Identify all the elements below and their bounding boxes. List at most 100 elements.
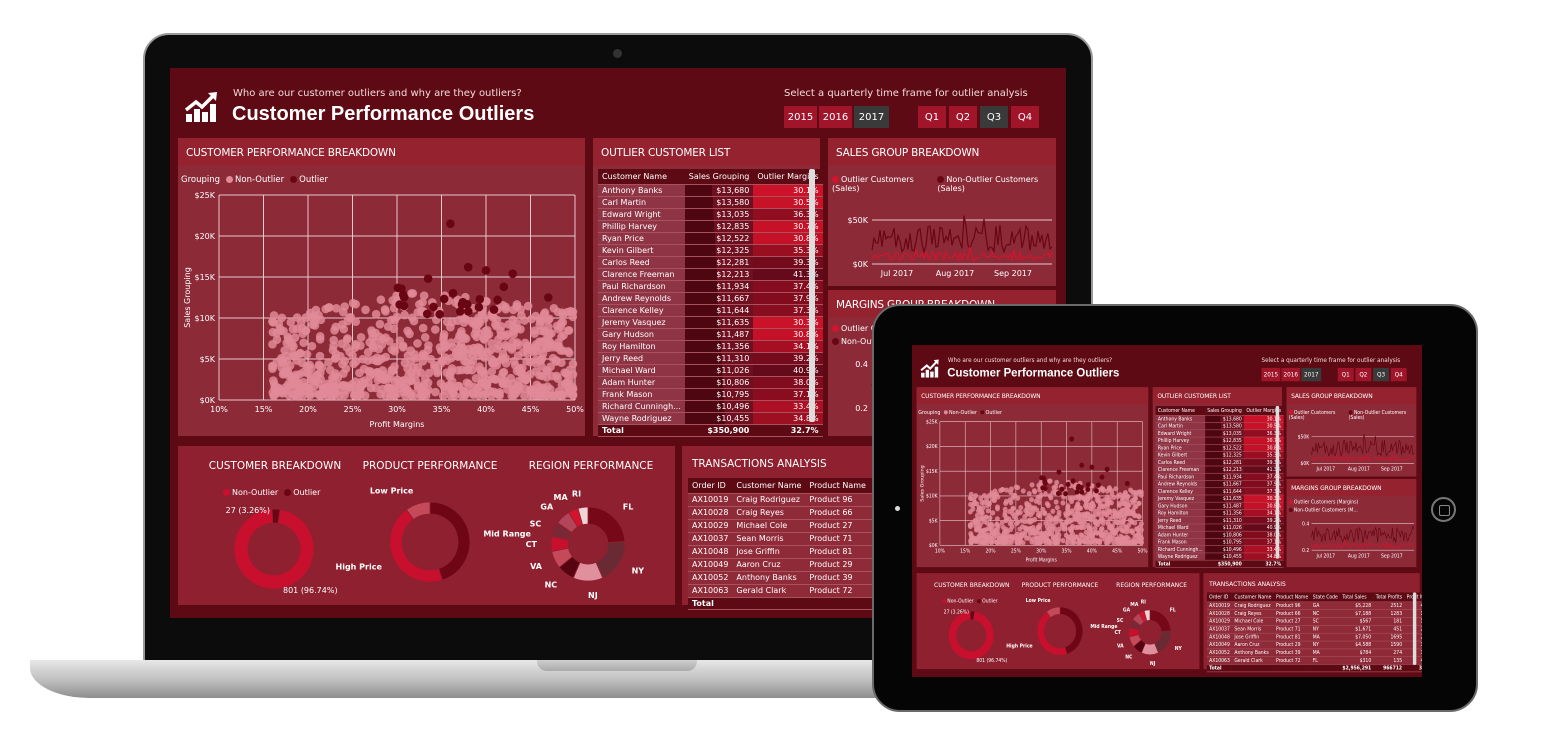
column-header[interactable]: Total Sales xyxy=(1340,592,1374,602)
year-2016-button[interactable]: 2016 xyxy=(819,106,852,128)
table-row[interactable]: Jerry Reed $11,310 39.2% xyxy=(1155,516,1284,524)
scrollbar[interactable] xyxy=(809,169,815,422)
cell: Product 72 xyxy=(1273,656,1311,665)
table-row[interactable]: Michael Ward $11,026 40.9% xyxy=(598,364,823,377)
table-row[interactable]: Wayne Rodriguez $10,455 34.8% xyxy=(1155,552,1284,561)
scatter-chart[interactable]: 10% 15% 20% 25% 30% 35% 40% 45% 50% $0K $5K $10K $15… xyxy=(178,138,585,436)
table-row[interactable]: Adam Hunter $10,806 38.0% xyxy=(1155,530,1284,539)
column-header[interactable]: State Code xyxy=(1310,592,1341,602)
table-row[interactable]: Carlos Reed $12,281 39.3% xyxy=(598,256,823,269)
table-row[interactable]: Jeremy Vasquez $11,635 30.3% xyxy=(598,316,823,329)
table-row[interactable]: Clarence Kelley $11,644 37.3% xyxy=(1155,487,1284,495)
non-outlier-point xyxy=(361,305,370,315)
year-2017-button[interactable]: 2017 xyxy=(1301,367,1322,382)
table-row[interactable]: Anthony Banks $13,680 30.1% xyxy=(1155,415,1284,423)
table-row[interactable]: Kevin Gilbert $12,325 35.3% xyxy=(598,244,823,257)
column-header[interactable]: Customer Name xyxy=(732,478,806,494)
home-button[interactable] xyxy=(1431,497,1456,522)
table-row[interactable]: Richard Cunningh... $10,496 33.4% xyxy=(598,400,823,413)
table-row[interactable]: Paul Richardson $11,934 37.4% xyxy=(598,280,823,293)
table-row[interactable]: Clarence Freeman $12,213 41.3% xyxy=(598,268,823,281)
table-row[interactable]: Phillip Harvey $12,835 30.7% xyxy=(598,220,823,233)
table-row[interactable]: Roy Hamilton $11,356 34.1% xyxy=(598,340,823,353)
table-row[interactable]: Anthony Banks $13,680 30.1% xyxy=(598,184,823,197)
q3-button[interactable]: Q3 xyxy=(1373,367,1389,382)
non-outlier-point xyxy=(418,323,428,333)
table-row[interactable]: AX10048Jose GriffinProduct 81MA$7,050169… xyxy=(1206,632,1422,642)
table-row[interactable]: Wayne Rodriguez $10,455 34.8% xyxy=(598,412,823,425)
table-row[interactable]: Kevin Gilbert $12,325 35.3% xyxy=(1155,451,1284,459)
table-row[interactable]: Roy Hamilton $11,356 34.1% xyxy=(1155,509,1284,517)
table-row[interactable]: AX10052Anthony BanksProduct 39MA$7842743… xyxy=(1206,648,1422,657)
table-row[interactable]: AX10049Aaron CruzProduct 29NY$4,58815903… xyxy=(1206,640,1422,649)
table-row[interactable]: AX10019Craig RodriguezProduct 96GA$5,228… xyxy=(1206,601,1422,610)
non-outlier-point xyxy=(512,338,522,347)
column-header[interactable]: Customer Name xyxy=(1232,592,1274,602)
x-tick-label: 35% xyxy=(1061,549,1072,555)
column-header[interactable]: Total Profits xyxy=(1373,592,1405,602)
sales-line-chart[interactable]: $50K $0K Jul 2017 Aug 2017 Sep 2017 xyxy=(1287,387,1417,476)
table-row[interactable]: AX10029Michael ColeProduct 27SC$56718117… xyxy=(1206,617,1422,626)
table-row[interactable]: Frank Mason $10,795 37.1% xyxy=(598,388,823,401)
q1-button[interactable]: Q1 xyxy=(918,106,946,128)
sales-line-chart[interactable]: $50K $0K Jul 2017 Aug 2017 Sep 2017 xyxy=(828,138,1056,286)
scrollbar[interactable] xyxy=(1412,592,1417,665)
column-header[interactable]: Product Name xyxy=(1273,592,1311,602)
donut-charts[interactable]: 27 (3.26%) 801 (96.74%) Mid Range High Pric… xyxy=(178,446,675,605)
q4-button[interactable]: Q4 xyxy=(1011,106,1039,128)
non-outlier-point xyxy=(381,370,390,380)
table-row[interactable]: Richard Cunningh... $10,496 33.4% xyxy=(1155,545,1284,553)
table-row[interactable]: Michael Ward $11,026 40.9% xyxy=(1155,523,1284,532)
column-header[interactable]: Sales Grouping xyxy=(684,169,754,185)
table-row[interactable]: Carl Martin $13,580 30.5% xyxy=(598,196,823,209)
non-outlier-point xyxy=(506,373,516,383)
q2-button[interactable]: Q2 xyxy=(1355,367,1372,382)
table-row[interactable]: Clarence Freeman $12,213 41.3% xyxy=(1155,465,1284,474)
table-row[interactable]: Gary Hudson $11,487 30.8% xyxy=(1155,501,1284,510)
column-header[interactable]: Order ID xyxy=(1206,592,1233,602)
table-row[interactable]: Andrew Reynolds $11,667 37.9% xyxy=(598,292,823,305)
q3-button[interactable]: Q3 xyxy=(980,106,1008,128)
q4-button[interactable]: Q4 xyxy=(1390,367,1407,382)
table-row[interactable]: AX10037Sean MorrisProduct 71NY$1,6714512… xyxy=(1206,625,1422,634)
table-row[interactable]: Clarence Kelley $11,644 37.3% xyxy=(598,304,823,317)
table-row[interactable]: Carlos Reed $12,281 39.3% xyxy=(1155,458,1284,467)
year-2016-button[interactable]: 2016 xyxy=(1281,367,1301,382)
margins-line-chart[interactable]: 0.4 0.2 Jul 2017 Aug 2017 Sep 2017 xyxy=(1287,479,1417,567)
q2-button[interactable]: Q2 xyxy=(949,106,977,128)
column-header[interactable]: Customer Name xyxy=(598,169,685,185)
cell: AX10048 xyxy=(688,545,733,559)
scatter-chart[interactable]: 10% 15% 20% 25% 30% 35% 40% 45% 50% $0K $5K $10K $15… xyxy=(917,387,1149,567)
column-header[interactable]: Product Name xyxy=(805,478,870,494)
table-row[interactable]: Carl Martin $13,580 30.5% xyxy=(1155,422,1284,430)
table-row[interactable]: Jeremy Vasquez $11,635 30.3% xyxy=(1155,494,1284,503)
year-2015-button[interactable]: 2015 xyxy=(1261,367,1281,382)
table-row[interactable]: Phillip Harvey $12,835 30.7% xyxy=(1155,436,1284,445)
webcam xyxy=(613,49,622,58)
table-row[interactable]: Paul Richardson $11,934 37.4% xyxy=(1155,472,1284,481)
scrollbar[interactable] xyxy=(1275,405,1280,559)
outlier-point xyxy=(1042,485,1048,492)
column-header[interactable]: Order ID xyxy=(688,478,733,494)
table-row[interactable]: Ryan Price $12,522 30.8% xyxy=(1155,443,1284,452)
table-row[interactable]: AX10063Gerald ClarkProduct 72FL$31013543… xyxy=(1206,656,1422,665)
table-row[interactable]: Gary Hudson $11,487 30.8% xyxy=(598,328,823,341)
column-header[interactable]: Customer Name xyxy=(1155,405,1206,416)
non-outlier-point xyxy=(985,508,991,514)
table-row[interactable]: Ryan Price $12,522 30.8% xyxy=(598,232,823,245)
table-row[interactable]: AX10028Craig ReyesProduct 66NC$7,1881283… xyxy=(1206,609,1422,618)
year-2015-button[interactable]: 2015 xyxy=(784,106,817,128)
q1-button[interactable]: Q1 xyxy=(1337,367,1354,382)
table-row[interactable]: Jerry Reed $11,310 39.2% xyxy=(598,352,823,365)
non-outlier-point xyxy=(1034,507,1040,513)
table-row[interactable]: Frank Mason $10,795 37.1% xyxy=(1155,538,1284,546)
year-2017-button[interactable]: 2017 xyxy=(854,106,889,128)
donut-charts[interactable]: 27 (3.26%) 801 (96.74%) Mid Range High Pric… xyxy=(917,573,1200,669)
table-row[interactable]: Andrew Reynolds $11,667 37.9% xyxy=(1155,480,1284,488)
column-header[interactable]: Sales Grouping xyxy=(1205,405,1245,416)
table-row[interactable]: Edward Wright $13,035 36.3% xyxy=(598,208,823,221)
table-row[interactable]: Adam Hunter $10,806 38.0% xyxy=(598,376,823,389)
donut-slice xyxy=(1149,609,1172,632)
table-row[interactable]: Edward Wright $13,035 36.3% xyxy=(1155,429,1284,438)
cell: Product 29 xyxy=(805,558,870,572)
